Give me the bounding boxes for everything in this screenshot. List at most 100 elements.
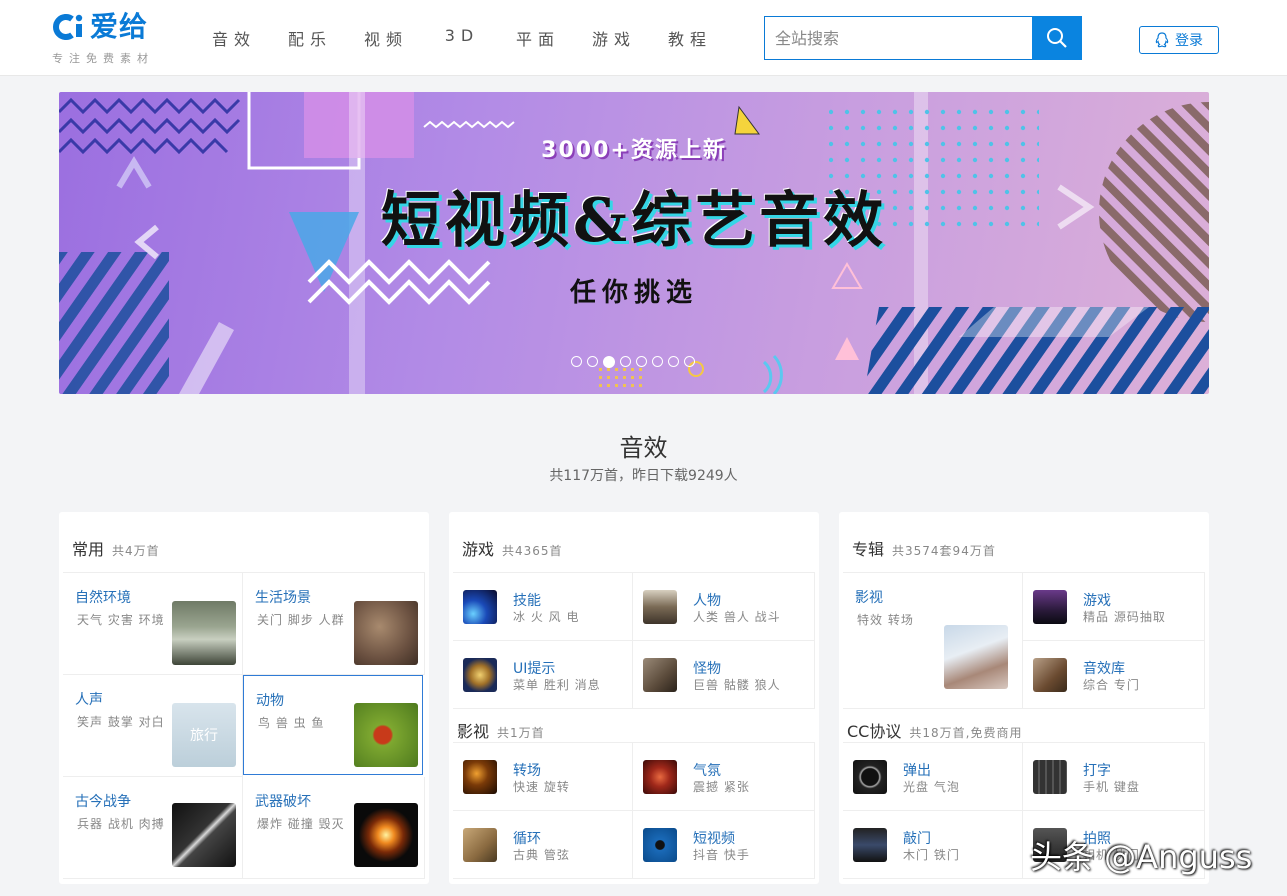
section-subtitle: 共117万首，昨日下载9249人 [549, 468, 738, 484]
card-title[interactable]: 专辑 [852, 536, 884, 560]
carousel-dot[interactable] [571, 356, 582, 367]
category-title: 生活场景 [255, 590, 311, 606]
category-desc: 爆炸 碰撞 毁灭 [257, 817, 345, 831]
category-desc: 菜单 胜利 消息 [513, 678, 601, 692]
carousel-dot[interactable] [636, 356, 647, 367]
game-album-icon [1033, 590, 1067, 624]
category-popup[interactable]: 弹出 光盘 气泡 [843, 743, 1023, 811]
category-title: 气氛 [693, 763, 721, 779]
category-desc: 古典 管弦 [513, 848, 570, 862]
nav-item-game[interactable]: 游戏 [576, 26, 652, 50]
category-destruction[interactable]: 武器破坏 爆炸 碰撞 毁灭 [243, 777, 425, 879]
category-animal[interactable]: 动物 鸟 兽 虫 鱼 [243, 675, 423, 775]
explosion-thumbnail [354, 803, 418, 867]
login-button[interactable]: 登录 [1139, 26, 1219, 54]
carousel-dot[interactable] [668, 356, 679, 367]
category-desc: 光盘 气泡 [903, 780, 960, 794]
carousel-dot-active[interactable] [603, 356, 615, 368]
sound-library-icon [1033, 658, 1067, 692]
category-title: 弹出 [903, 763, 931, 779]
banner-carousel-dots [571, 356, 695, 368]
monster-icon [643, 658, 677, 692]
card-common: 常用 共4万首 自然环境 天气 灾害 环境 生活场景 关门 脚步 人群 人声 笑… [59, 512, 429, 884]
category-desc: 冰 火 风 电 [513, 610, 580, 624]
short-video-icon [643, 828, 677, 862]
category-title: 打字 [1083, 763, 1111, 779]
category-character[interactable]: 人物 人类 兽人 战斗 [633, 573, 815, 641]
category-life[interactable]: 生活场景 关门 脚步 人群 [243, 573, 425, 675]
album-sound-library[interactable]: 音效库 综合 专门 [1023, 641, 1205, 709]
category-ui[interactable]: UI提示 菜单 胜利 消息 [453, 641, 633, 709]
category-desc: 天气 灾害 环境 [77, 613, 165, 627]
banner-bottom-text: 任你挑选 [569, 278, 698, 308]
nav-item-music[interactable]: 配乐 [272, 26, 348, 50]
winter-scene-thumbnail [944, 625, 1008, 689]
category-typing[interactable]: 打字 手机 键盘 [1023, 743, 1205, 811]
carousel-dot[interactable] [652, 356, 663, 367]
category-title: 自然环境 [75, 590, 131, 606]
category-desc: 特效 转场 [857, 613, 914, 627]
category-title: 技能 [513, 593, 541, 609]
travel-thumbnail: 旅行 [172, 703, 236, 767]
banner-top-text: 3000+资源上新 [541, 138, 727, 163]
ui-icon [463, 658, 497, 692]
search-input[interactable] [764, 16, 1032, 60]
album-game[interactable]: 游戏 精品 源码抽取 [1023, 573, 1205, 641]
card-title[interactable]: 游戏 [462, 536, 494, 560]
category-loop[interactable]: 循环 古典 管弦 [453, 811, 633, 879]
site-logo[interactable]: 爱给 专注免费素材 [52, 12, 172, 66]
category-desc: 快速 旋转 [513, 780, 570, 794]
nav-item-graphic[interactable]: 平面 [500, 26, 576, 50]
skill-icon [463, 590, 497, 624]
logo-wordmark: 爱给 [90, 10, 149, 43]
nav-item-tutorial[interactable]: 教程 [652, 26, 728, 50]
category-nature[interactable]: 自然环境 天气 灾害 环境 [63, 573, 243, 675]
category-knock[interactable]: 敲门 木门 铁门 [843, 811, 1023, 879]
ladybug-thumbnail [354, 703, 418, 767]
category-desc: 综合 专门 [1083, 678, 1140, 692]
banner-headline: 短视频&综艺音效 [380, 186, 888, 256]
category-desc: 震撼 紧张 [693, 780, 750, 794]
carousel-dot[interactable] [684, 356, 695, 367]
qq-icon [1155, 32, 1169, 48]
transition-icon [463, 760, 497, 794]
film-grid: 转场 快速 旋转 气氛 震撼 紧张 循环 古典 管弦 短视频 抖音 快手 [453, 742, 815, 879]
category-war[interactable]: 古今战争 兵器 战机 肉搏 [63, 777, 243, 879]
card-title[interactable]: 常用 [72, 536, 104, 560]
keyboard-icon [1033, 760, 1067, 794]
logo-tagline: 专注免费素材 [52, 52, 154, 65]
thumbnail-caption: 旅行 [190, 728, 218, 744]
album-film-feature[interactable]: 影视 特效 转场 [843, 573, 1023, 709]
subsection-title[interactable]: 影视 [457, 718, 489, 742]
hero-banner[interactable]: 3000+资源上新 短视频&综艺音效 任你挑选 [59, 92, 1209, 394]
category-title: 怪物 [693, 661, 721, 677]
category-grid: 自然环境 天气 灾害 环境 生活场景 关门 脚步 人群 人声 笑声 鼓掌 对白 … [63, 572, 425, 879]
main-nav: 音效 配乐 视频 3D 平面 游戏 教程 [196, 26, 728, 50]
nav-item-video[interactable]: 视频 [348, 26, 424, 50]
carousel-dot[interactable] [620, 356, 631, 367]
nav-item-3d[interactable]: 3D [424, 26, 500, 50]
album-grid: 影视 特效 转场 游戏 精品 源码抽取 音效库 综合 专门 [843, 572, 1205, 709]
category-transition[interactable]: 转场 快速 旋转 [453, 743, 633, 811]
card-count: 共4万首 [112, 544, 160, 558]
nav-item-sound[interactable]: 音效 [196, 26, 272, 50]
card-game: 游戏 共4365首 技能 冰 火 风 电 人物 人类 兽人 战斗 UI提示 菜单… [449, 512, 819, 884]
watermark: 头条 @Anguss [1030, 838, 1253, 876]
atmosphere-icon [643, 760, 677, 794]
subsection-title[interactable]: CC协议 [847, 718, 901, 742]
search-button[interactable] [1032, 16, 1082, 60]
category-atmosphere[interactable]: 气氛 震撼 紧张 [633, 743, 815, 811]
category-voice[interactable]: 人声 笑声 鼓掌 对白 旅行 [63, 675, 243, 777]
category-short-video[interactable]: 短视频 抖音 快手 [633, 811, 815, 879]
category-desc: 抖音 快手 [693, 848, 750, 862]
footprints-thumbnail [354, 601, 418, 665]
category-title: 动物 [256, 693, 284, 709]
card-count: 共3574套94万首 [892, 544, 996, 558]
carousel-dot[interactable] [587, 356, 598, 367]
category-title: 敲门 [903, 831, 931, 847]
blade-thumbnail [172, 803, 236, 867]
search-icon [1047, 28, 1067, 48]
category-monster[interactable]: 怪物 巨兽 骷髅 狼人 [633, 641, 815, 709]
loop-icon [463, 828, 497, 862]
category-skill[interactable]: 技能 冰 火 风 电 [453, 573, 633, 641]
